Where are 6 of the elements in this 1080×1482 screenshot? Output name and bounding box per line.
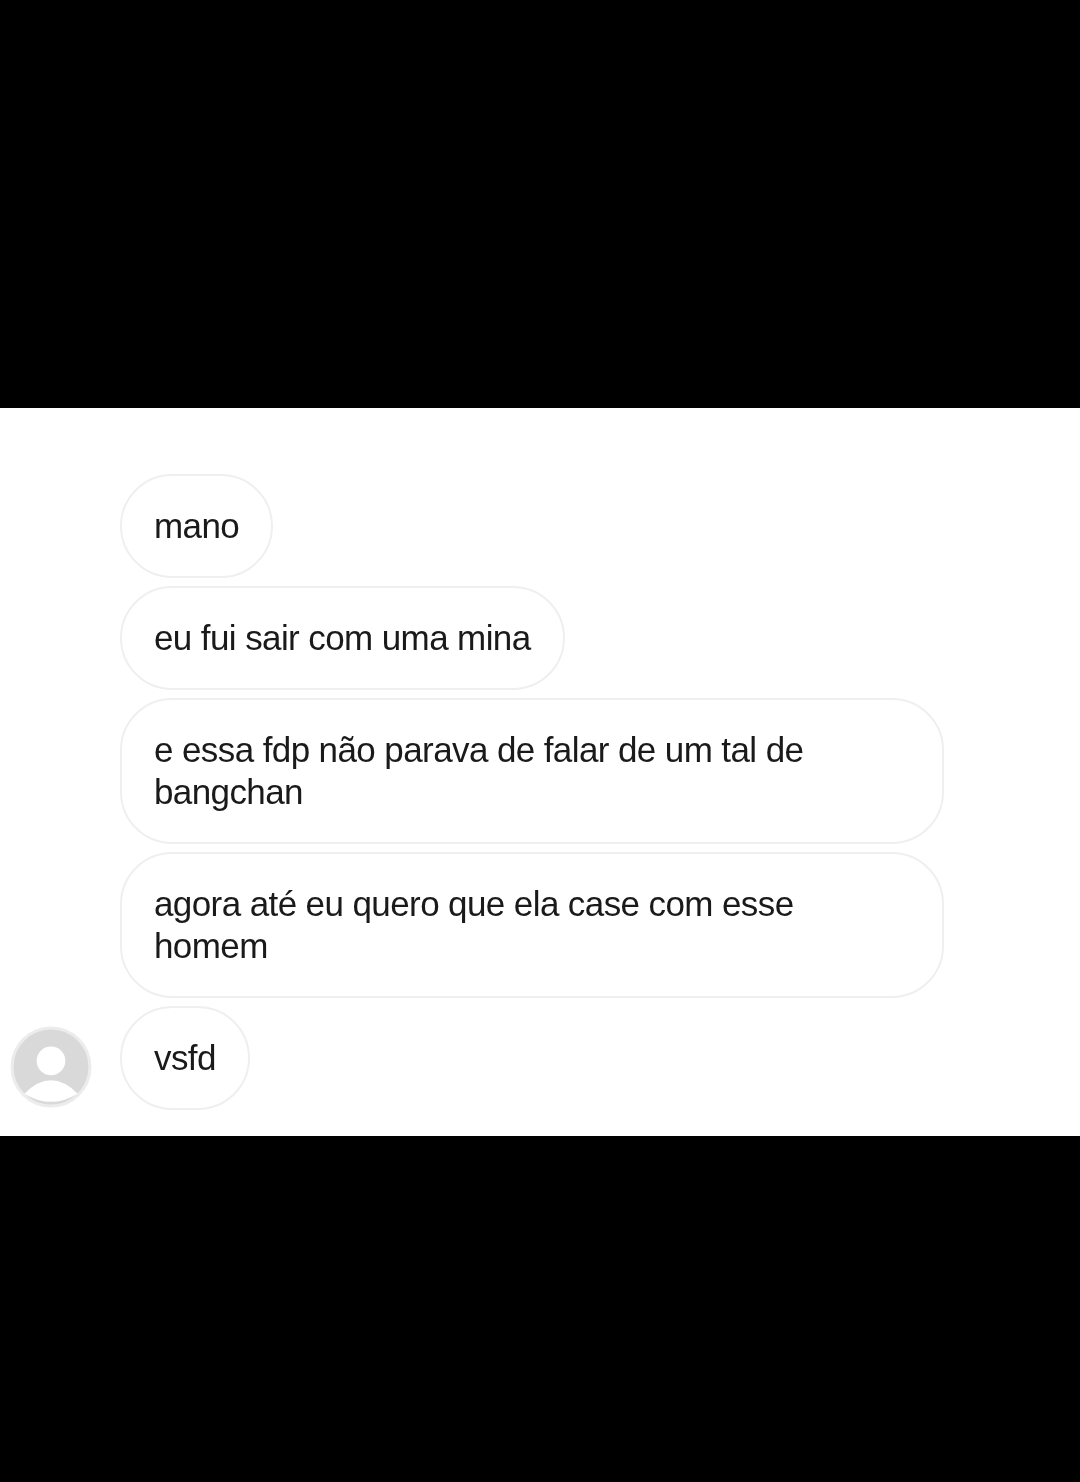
message-bubble: mano [120, 474, 274, 578]
message-bubble: vsfd [120, 1006, 250, 1110]
message-bubble: eu fui sair com uma mina [120, 586, 565, 690]
message-bubble: e essa fdp não parava de falar de um tal de bangchan [120, 698, 944, 844]
message-bubble: agora até eu quero que ela case com esse homem [120, 852, 944, 998]
avatar-icon [10, 1026, 92, 1108]
